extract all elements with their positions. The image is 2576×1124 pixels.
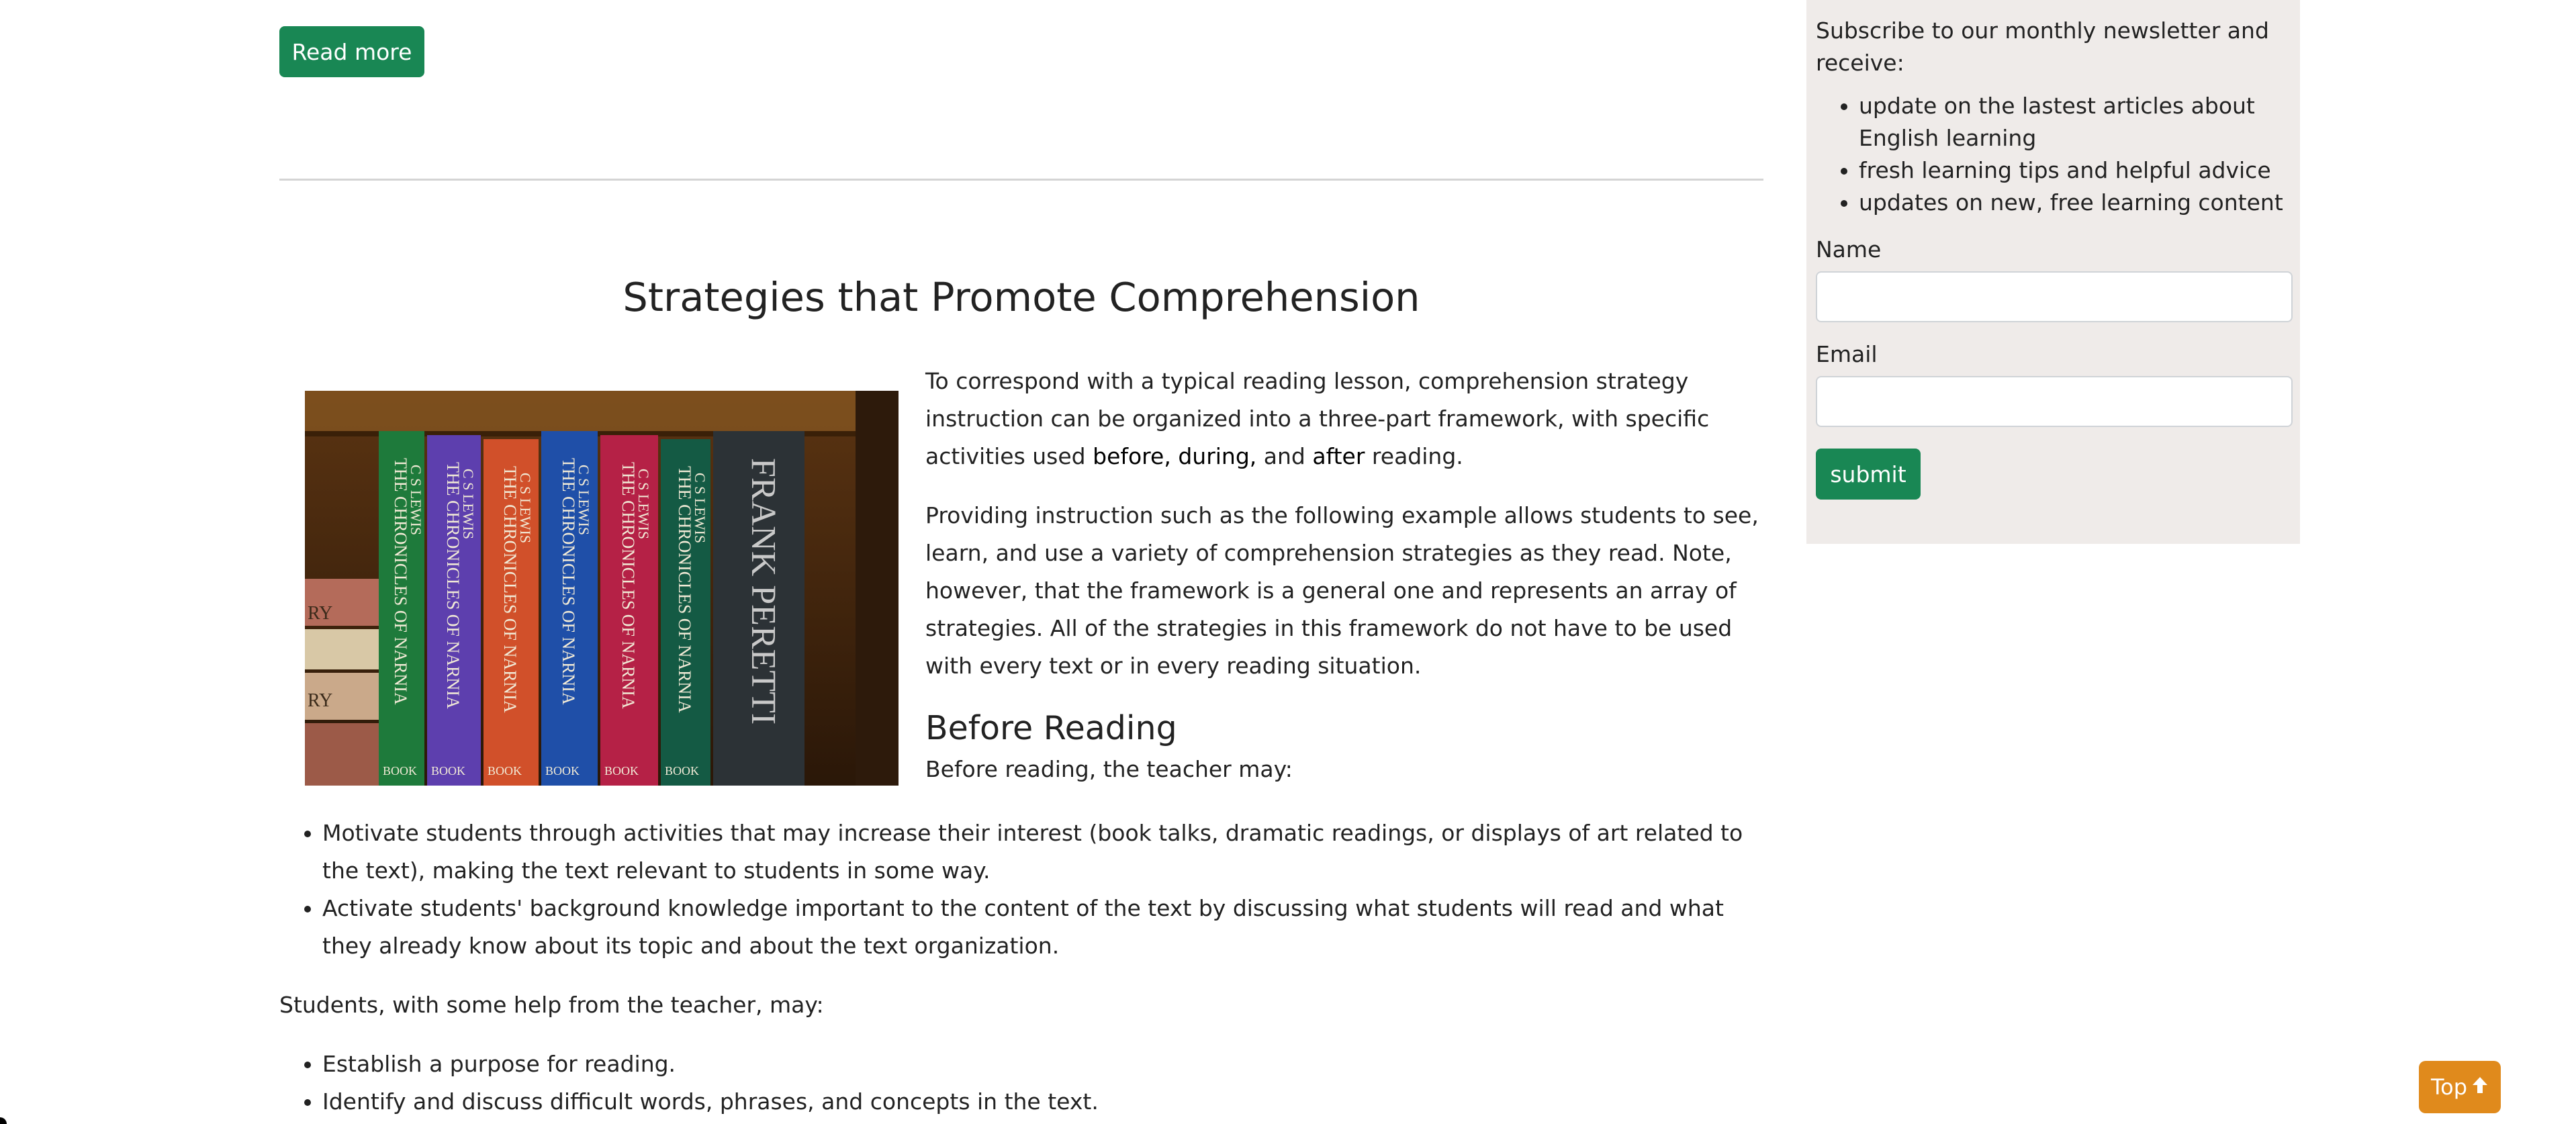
book-spine-footer: BOOK bbox=[604, 764, 639, 778]
before-reading-heading: Before Reading bbox=[925, 709, 1177, 747]
book-spine-author: C S LEWIS bbox=[408, 465, 424, 535]
intro-paragraph-1: To correspond with a typical reading les… bbox=[925, 368, 1710, 469]
shelf-label: RY bbox=[308, 603, 332, 624]
read-more-button[interactable]: Read more bbox=[279, 26, 424, 77]
before-reading-intro: Before reading, the teacher may: bbox=[925, 756, 1293, 782]
book-spine-footer: BOOK bbox=[383, 764, 417, 778]
book-spine-title: THE CHRONICLES OF NARNIA bbox=[675, 466, 694, 713]
shelf-label: RY bbox=[308, 690, 332, 711]
book-spine-title: THE CHRONICLES OF NARNIA bbox=[618, 462, 638, 709]
list-item: Motivate students through activities tha… bbox=[322, 814, 1763, 890]
list-item: update on the lastest articles about Eng… bbox=[1859, 90, 2291, 154]
book-spine-footer: BOOK bbox=[488, 764, 522, 778]
book-spine-title: THE CHRONICLES OF NARNIA bbox=[559, 458, 578, 705]
book-spine-footer: BOOK bbox=[545, 764, 580, 778]
article-title: Strategies that Promote Comprehension bbox=[623, 274, 1420, 320]
books-image: RY RY THE CHRONICLES OF NARNIA C S LEWIS B… bbox=[305, 391, 899, 786]
student-list: Establish a purpose for reading. Identif… bbox=[279, 1045, 1763, 1121]
main-content: Read more Strategies that Promote Compre… bbox=[279, 0, 1763, 1124]
section-divider bbox=[279, 179, 1763, 181]
list-item: Identify and discuss difficult words, ph… bbox=[322, 1083, 1763, 1121]
top-label: Top bbox=[2431, 1074, 2467, 1100]
book-spine-title: THE CHRONICLES OF NARNIA bbox=[391, 458, 410, 705]
list-item: Activate students' background knowledge … bbox=[322, 890, 1763, 965]
book-spine-author: C S LEWIS bbox=[517, 473, 534, 543]
intro-paragraph-2: Providing instruction such as the follow… bbox=[925, 502, 1759, 679]
window-corner bbox=[0, 1117, 7, 1124]
newsletter-sidebar: Subscribe to our monthly newsletter and … bbox=[1806, 0, 2300, 544]
name-field[interactable] bbox=[1816, 271, 2293, 322]
intro-text: To correspond with a typical reading les… bbox=[925, 363, 1763, 788]
email-label: Email bbox=[1816, 341, 1878, 367]
book-spine-title: FRANK PERETTI bbox=[744, 458, 782, 724]
book-spine-author: C S LEWIS bbox=[635, 469, 652, 539]
book-spine-title: THE CHRONICLES OF NARNIA bbox=[443, 462, 463, 709]
email-field[interactable] bbox=[1816, 376, 2293, 427]
benefits-list: update on the lastest articles about Eng… bbox=[1816, 90, 2291, 219]
arrow-up-icon bbox=[2471, 1074, 2489, 1100]
back-to-top-button[interactable]: Top bbox=[2419, 1061, 2501, 1113]
lower-text: Motivate students through activities tha… bbox=[279, 814, 1763, 1121]
submit-button[interactable]: submit bbox=[1816, 449, 1921, 500]
students-intro: Students, with some help from the teache… bbox=[279, 992, 824, 1018]
list-item: Establish a purpose for reading. bbox=[322, 1045, 1763, 1083]
teacher-list: Motivate students through activities tha… bbox=[279, 814, 1763, 965]
book-spine-footer: BOOK bbox=[665, 764, 699, 778]
book-spine-author: C S LEWIS bbox=[460, 469, 477, 539]
name-label: Name bbox=[1816, 236, 1882, 263]
newsletter-intro: Subscribe to our monthly newsletter and … bbox=[1816, 17, 2269, 76]
list-item: updates on new, free learning content bbox=[1859, 187, 2291, 219]
book-spine-footer: BOOK bbox=[431, 764, 465, 778]
book-spine-title: THE CHRONICLES OF NARNIA bbox=[500, 466, 520, 713]
book-spine-author: C S LEWIS bbox=[692, 473, 708, 543]
list-item: fresh learning tips and helpful advice bbox=[1859, 154, 2291, 187]
book-spine-author: C S LEWIS bbox=[576, 465, 592, 535]
